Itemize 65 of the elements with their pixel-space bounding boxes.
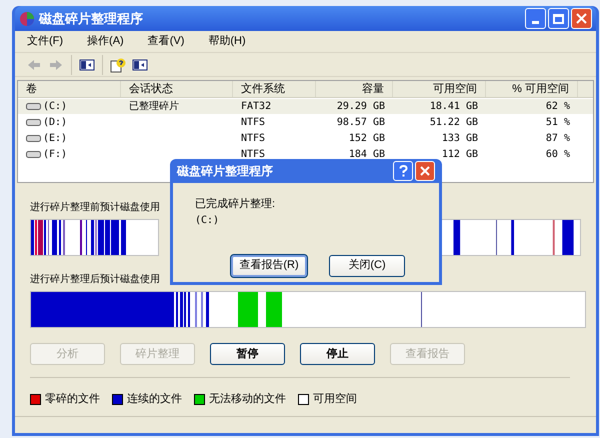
menu-item[interactable]: 操作(A) bbox=[83, 33, 128, 50]
close-icon bbox=[420, 166, 430, 176]
table-cell-text: 62 % bbox=[546, 100, 570, 114]
window-title: 磁盘碎片整理程序 bbox=[39, 10, 143, 28]
table-cell-text: 51 % bbox=[546, 116, 570, 130]
help-icon bbox=[398, 165, 408, 177]
table-cell-text: 51.22 GB bbox=[430, 116, 478, 130]
drive-icon bbox=[26, 102, 41, 111]
table-cell-text: 已整理碎片 bbox=[129, 100, 179, 114]
close-icon bbox=[576, 13, 587, 24]
table-cell-text: NTFS bbox=[241, 132, 266, 146]
help-icon[interactable] bbox=[110, 56, 126, 72]
table-row[interactable]: (C:) 已整理碎片 FAT32 29.29 GB 18.41 GB 62 % bbox=[18, 99, 593, 114]
table-cell-text: NTFS bbox=[241, 116, 266, 130]
table-cell-text: 133 GB bbox=[442, 132, 478, 146]
dialog-title: 磁盘碎片整理程序 bbox=[177, 163, 273, 180]
window-icon[interactable] bbox=[79, 56, 95, 72]
table-cell-text: 98.57 GB bbox=[336, 116, 385, 130]
window-icon[interactable] bbox=[132, 56, 148, 72]
table-cell-text: FAT32 bbox=[241, 100, 272, 114]
table-cell-text: 60 % bbox=[546, 148, 570, 162]
table-cell-text: (F:) bbox=[43, 148, 68, 162]
table-cell-text: 184 GB bbox=[348, 148, 385, 162]
dialog-button[interactable]: 关闭(C) bbox=[329, 254, 405, 276]
column-header[interactable]: 文件系统 bbox=[233, 80, 316, 98]
legend-label: 无法移动的文件 bbox=[209, 392, 286, 407]
dialog-message: 已完成碎片整理: bbox=[195, 196, 276, 212]
app-icon bbox=[19, 10, 35, 26]
table-cell-text: 29.29 GB bbox=[336, 100, 385, 114]
action-button[interactable]: 暂停 bbox=[210, 343, 285, 365]
maximize-button[interactable] bbox=[548, 8, 569, 29]
table-cell-text: 152 GB bbox=[348, 132, 385, 146]
minimize-button[interactable] bbox=[525, 8, 546, 29]
column-header[interactable]: % 可用空间 bbox=[486, 80, 578, 98]
table-cell-text: (C:) bbox=[43, 100, 68, 114]
legend-label: 零碎的文件 bbox=[45, 392, 100, 407]
disk-map-label: 进行碎片整理后预计磁盘使用 bbox=[30, 272, 160, 287]
table-cell-text: 18.41 GB bbox=[430, 100, 478, 114]
column-header[interactable]: 会话状态 bbox=[121, 80, 233, 98]
table-cell-text: 112 GB bbox=[442, 148, 478, 162]
menu-item[interactable]: 帮助(H) bbox=[204, 33, 250, 50]
close-button[interactable] bbox=[415, 161, 435, 181]
table-row[interactable]: (F:) NTFS 184 GB 112 GB 60 % bbox=[18, 147, 593, 162]
close-button[interactable] bbox=[571, 8, 592, 29]
legend-label: 可用空间 bbox=[313, 392, 357, 407]
column-header[interactable]: 容量 bbox=[316, 80, 393, 98]
help-button[interactable] bbox=[393, 161, 413, 181]
legend-label: 连续的文件 bbox=[127, 392, 182, 407]
drive-icon bbox=[26, 150, 41, 159]
menu-item[interactable]: 文件(F) bbox=[23, 33, 68, 50]
table-cell-text: NTFS bbox=[241, 148, 266, 162]
volume-label: (C:) bbox=[195, 214, 220, 228]
drive-icon bbox=[26, 118, 41, 127]
table-row[interactable]: (D:) NTFS 98.57 GB 51.22 GB 51 % bbox=[18, 115, 593, 130]
table-cell-text: (E:) bbox=[43, 132, 68, 146]
table-row[interactable]: (E:) NTFS 152 GB 133 GB 87 % bbox=[18, 131, 593, 146]
disk-map-label: 进行碎片整理前预计磁盘使用 bbox=[30, 200, 160, 215]
action-button[interactable]: 停止 bbox=[300, 343, 375, 365]
table-cell-text: 87 % bbox=[546, 132, 570, 146]
menu-item[interactable]: 查看(V) bbox=[144, 33, 188, 50]
drive-icon bbox=[26, 134, 41, 143]
column-header[interactable]: 卷 bbox=[18, 80, 121, 98]
dialog-button[interactable]: 查看报告(R) bbox=[231, 254, 307, 276]
table-cell-text: (D:) bbox=[43, 116, 68, 130]
column-header[interactable]: 可用空间 bbox=[393, 80, 486, 98]
